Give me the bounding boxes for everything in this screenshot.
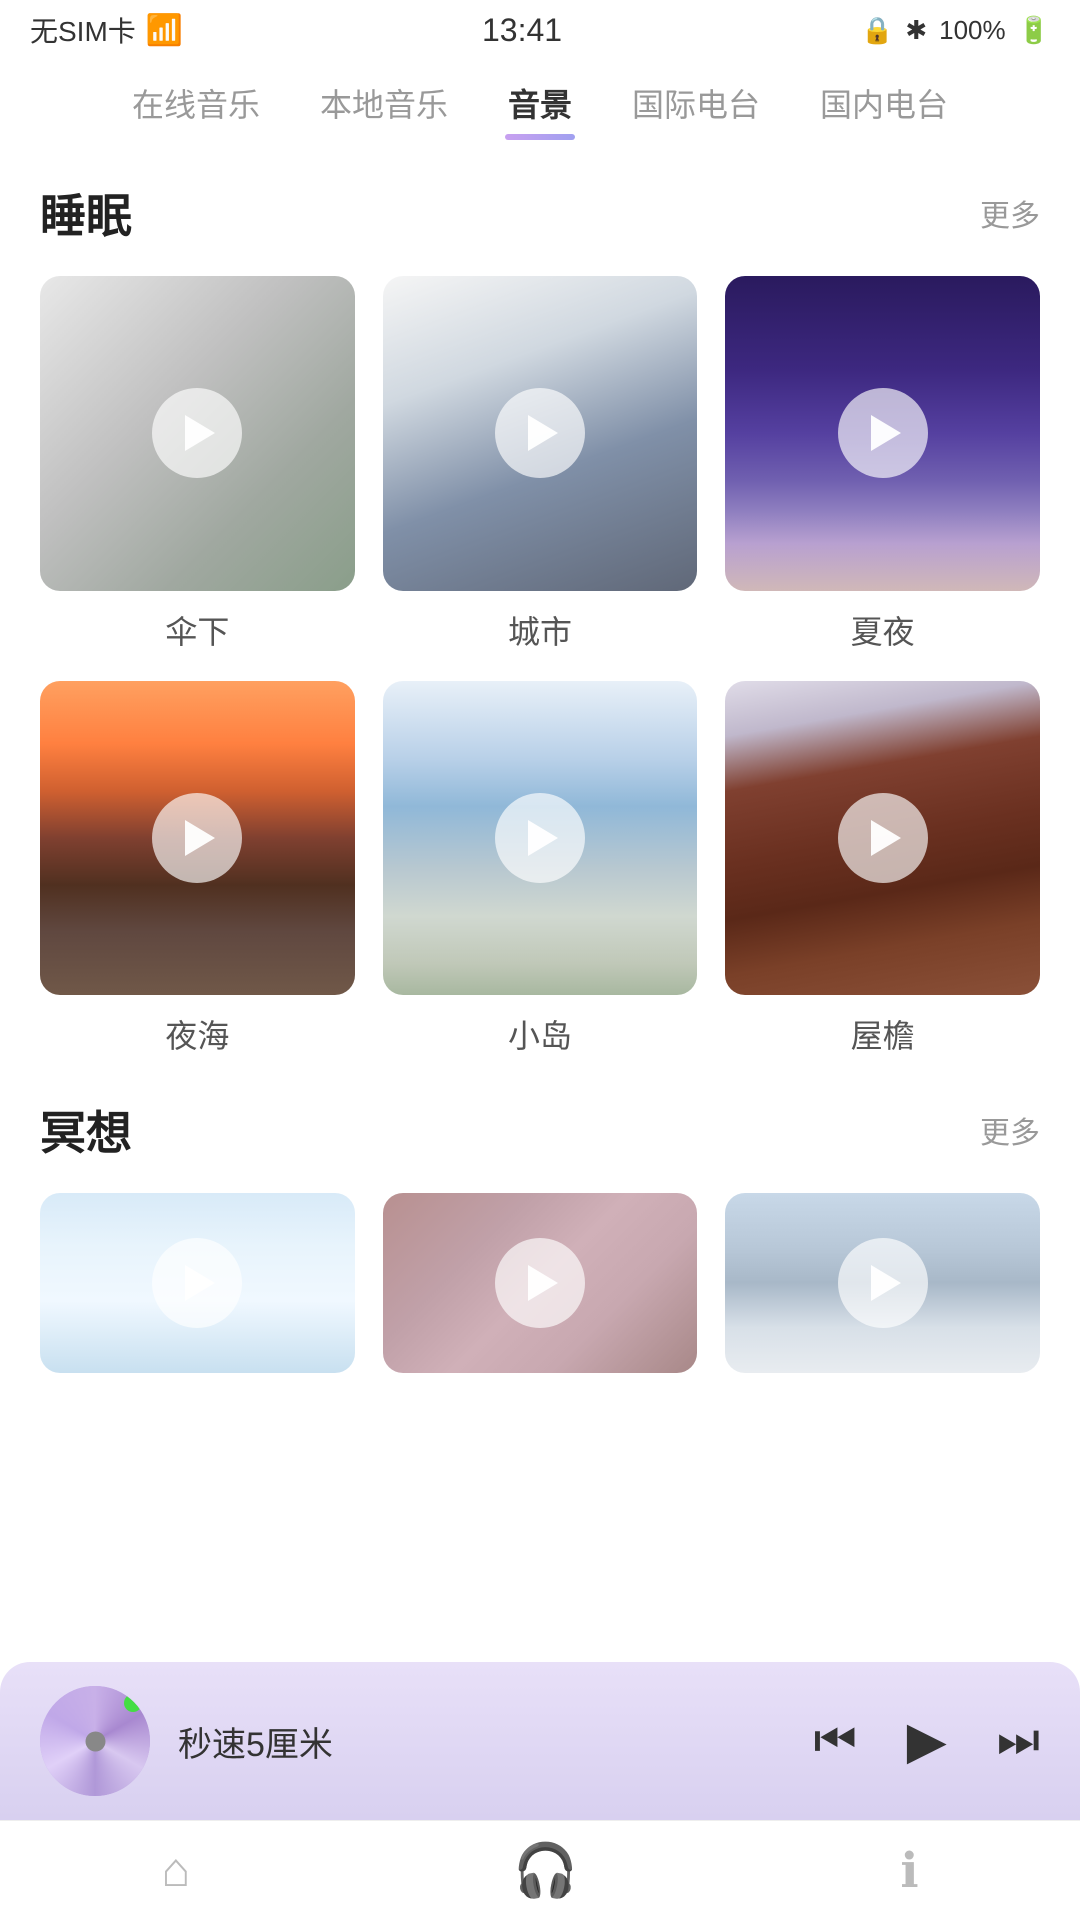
tab-local-music[interactable]: 本地音乐 (320, 80, 448, 140)
meditation-section-header: 冥想 更多 (40, 1097, 1040, 1163)
home-icon: ⌂ (161, 1843, 190, 1898)
player-next-button[interactable] (997, 1713, 1040, 1769)
bottom-navigation: ⌂ 🎧 ℹ (0, 1820, 1080, 1920)
play-button-island[interactable] (495, 793, 585, 883)
nav-info[interactable]: ℹ (900, 1843, 918, 1899)
music-icon: 🎧 (513, 1840, 578, 1901)
meditation-more-btn[interactable]: 更多 (980, 1108, 1040, 1152)
play-button-summer-night[interactable] (838, 388, 928, 478)
soundscape-image-night-sea[interactable] (40, 681, 355, 996)
play-button-umbrella[interactable] (152, 388, 242, 478)
soundscape-label-city: 城市 (508, 607, 572, 653)
info-icon: ℹ (900, 1843, 918, 1899)
player-controls (814, 1711, 1040, 1771)
status-bar: 无SIM卡 📶 13:41 🔒 ✱ 100% 🔋 (0, 0, 1080, 60)
soundscape-image-clouds[interactable] (40, 1193, 355, 1373)
list-item: 城市 (383, 276, 698, 653)
status-right: 🔒 ✱ 100% 🔋 (861, 15, 1050, 46)
tab-domestic-radio[interactable]: 国内电台 (820, 80, 948, 140)
meditation-grid (40, 1193, 1040, 1373)
tab-bar: 在线音乐 本地音乐 音景 国际电台 国内电台 (0, 60, 1080, 140)
status-time: 13:41 (482, 12, 562, 49)
soundscape-image-summer-night[interactable] (725, 276, 1040, 591)
play-button-night-sea[interactable] (152, 793, 242, 883)
album-playing-indicator (124, 1694, 142, 1712)
soundscape-label-island: 小岛 (508, 1011, 572, 1057)
soundscape-label-summer-night: 夏夜 (851, 607, 915, 653)
sim-indicator: 无SIM卡 (30, 10, 136, 50)
play-button-roof[interactable] (838, 793, 928, 883)
play-button-city[interactable] (495, 388, 585, 478)
player-album-art[interactable] (40, 1686, 150, 1796)
soundscape-image-city[interactable] (383, 276, 698, 591)
soundscape-label-night-sea: 夜海 (165, 1011, 229, 1057)
bluetooth-icon: ✱ (905, 15, 927, 46)
soundscape-label-umbrella: 伞下 (165, 607, 229, 653)
soundscape-image-roof[interactable] (725, 681, 1040, 996)
list-item: 屋檐 (725, 681, 1040, 1058)
list-item: 伞下 (40, 276, 355, 653)
battery-level: 100% (939, 15, 1006, 46)
play-button-drop[interactable] (838, 1238, 928, 1328)
wifi-icon: 📶 (146, 13, 183, 48)
soundscape-image-drop[interactable] (725, 1193, 1040, 1373)
list-item: 小岛 (383, 681, 698, 1058)
album-center-dot (85, 1731, 105, 1751)
battery-icon: 🔋 (1018, 15, 1050, 46)
tab-online-music[interactable]: 在线音乐 (132, 80, 260, 140)
sleep-grid: 伞下 城市 夏夜 夜海 小岛 (40, 276, 1040, 1057)
tab-international-radio[interactable]: 国际电台 (632, 80, 760, 140)
meditation-section-title: 冥想 (40, 1097, 132, 1163)
play-button-clouds[interactable] (152, 1238, 242, 1328)
lock-icon: 🔒 (861, 15, 893, 46)
soundscape-image-stone[interactable] (383, 1193, 698, 1373)
main-content: 睡眠 更多 伞下 城市 夏夜 夜海 (0, 140, 1080, 1373)
sleep-more-btn[interactable]: 更多 (980, 191, 1040, 235)
list-item: 夏夜 (725, 276, 1040, 653)
status-left: 无SIM卡 📶 (30, 10, 183, 50)
sleep-section-title: 睡眠 (40, 180, 132, 246)
list-item: 夜海 (40, 681, 355, 1058)
nav-music[interactable]: 🎧 (513, 1840, 578, 1901)
player-prev-button[interactable] (814, 1713, 857, 1769)
soundscape-label-roof: 屋檐 (851, 1011, 915, 1057)
sleep-section-header: 睡眠 更多 (40, 180, 1040, 246)
tab-soundscape[interactable]: 音景 (508, 80, 572, 140)
bottom-player: 秒速5厘米 (0, 1662, 1080, 1820)
nav-home[interactable]: ⌂ (161, 1843, 190, 1898)
player-song-title[interactable]: 秒速5厘米 (178, 1717, 786, 1766)
soundscape-image-island[interactable] (383, 681, 698, 996)
player-play-button[interactable] (907, 1711, 947, 1771)
play-button-stone[interactable] (495, 1238, 585, 1328)
soundscape-image-umbrella[interactable] (40, 276, 355, 591)
